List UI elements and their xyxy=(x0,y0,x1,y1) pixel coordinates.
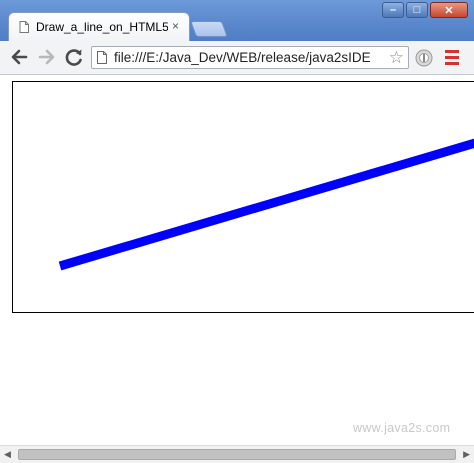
page-icon xyxy=(19,21,29,33)
horizontal-scrollbar[interactable]: ◀ ▶ xyxy=(0,445,474,463)
reload-icon[interactable] xyxy=(63,46,85,68)
browser-toolbar: file:///E:/Java_Dev/WEB/release/java2sID… xyxy=(0,41,474,75)
url-text[interactable]: file:///E:/Java_Dev/WEB/release/java2sID… xyxy=(114,50,384,65)
back-arrow-icon[interactable] xyxy=(8,46,30,68)
html5-canvas xyxy=(12,81,474,313)
bookmark-star-icon[interactable]: ☆ xyxy=(389,48,404,68)
address-bar[interactable]: file:///E:/Java_Dev/WEB/release/java2sID… xyxy=(91,46,409,69)
window-controls: – □ ✕ xyxy=(382,2,468,20)
scroll-left-arrow-icon[interactable]: ◀ xyxy=(4,449,11,460)
tab-active[interactable]: Draw_a_line_on_HTML5_c × xyxy=(8,12,190,41)
title-bar: Draw_a_line_on_HTML5_c × – □ ✕ xyxy=(0,0,474,41)
minimize-button[interactable]: – xyxy=(382,2,404,18)
chrome-menu-icon[interactable] xyxy=(445,50,459,66)
page-icon xyxy=(97,51,107,64)
scrollbar-thumb[interactable] xyxy=(18,449,456,460)
close-window-button[interactable]: ✕ xyxy=(430,2,468,18)
tab-title: Draw_a_line_on_HTML5_c xyxy=(36,20,168,34)
maximize-button[interactable]: □ xyxy=(406,2,428,18)
blue-line xyxy=(58,138,474,271)
canvas-drawing xyxy=(58,138,474,271)
forward-arrow-icon[interactable] xyxy=(36,46,58,68)
scroll-right-arrow-icon[interactable]: ▶ xyxy=(463,449,470,460)
extension-icon[interactable] xyxy=(414,48,434,68)
watermark-text: www.java2s.com xyxy=(353,421,451,435)
tab-close-icon[interactable]: × xyxy=(172,19,179,33)
new-tab-button[interactable] xyxy=(190,21,228,37)
page-viewport: www.java2s.com xyxy=(0,75,474,445)
